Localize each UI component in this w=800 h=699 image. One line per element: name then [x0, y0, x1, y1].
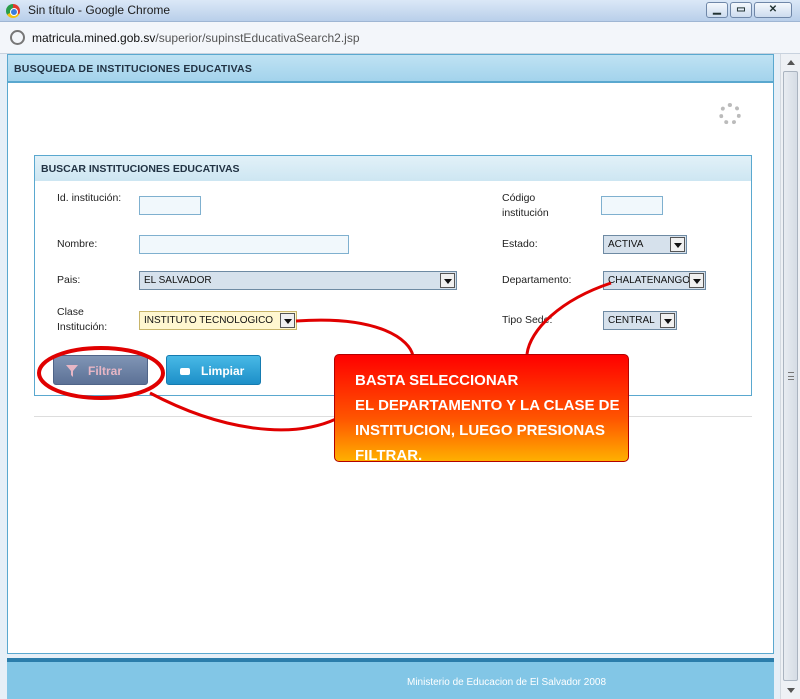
codigo-institucion-label: Código institución	[502, 192, 549, 219]
pais-label: Pais:	[57, 274, 81, 286]
limpiar-button[interactable]: Limpiar	[166, 355, 261, 385]
panel-title: BUSQUEDA DE INSTITUCIONES EDUCATIVAS	[8, 55, 773, 83]
tipo-sede-value: CENTRAL	[608, 315, 655, 326]
window-controls: ▁ ▭ ✕	[706, 2, 792, 18]
chevron-down-icon	[280, 313, 295, 328]
id-institucion-label: Id. institución:	[57, 192, 122, 204]
minimize-button[interactable]: ▁	[706, 2, 728, 18]
page-footer: Ministerio de Educacion de El Salvador 2…	[7, 658, 774, 699]
nombre-label: Nombre:	[57, 238, 98, 250]
nombre-input[interactable]	[139, 235, 349, 254]
id-institucion-input[interactable]	[139, 196, 201, 215]
pais-value: EL SALVADOR	[144, 275, 212, 286]
footer-text: Ministerio de Educacion de El Salvador 2…	[407, 677, 607, 688]
pais-select[interactable]: EL SALVADOR	[139, 271, 457, 290]
chevron-down-icon	[670, 237, 685, 252]
page-icon	[10, 30, 25, 45]
departamento-value: CHALATENANGO	[608, 275, 691, 286]
scroll-thumb[interactable]	[783, 71, 798, 681]
filtrar-label: Filtrar	[88, 364, 123, 378]
chevron-down-icon	[440, 273, 455, 288]
search-form-title: BUSCAR INSTITUCIONES EDUCATIVAS	[35, 156, 751, 181]
url-text[interactable]: matricula.mined.gob.sv/superior/supinstE…	[32, 31, 360, 45]
instruction-callout: BASTA SELECCIONAR EL DEPARTAMENTO Y LA C…	[334, 354, 629, 464]
maximize-button[interactable]: ▭	[730, 2, 752, 18]
url-path: /superior/supinstEducativaSearch2.jsp	[155, 31, 360, 45]
callout-text: BASTA SELECCIONAR EL DEPARTAMENTO Y LA C…	[355, 372, 620, 464]
departamento-select[interactable]: CHALATENANGO	[603, 271, 706, 290]
estado-label: Estado:	[502, 238, 538, 250]
codigo-institucion-input[interactable]	[601, 196, 663, 215]
address-bar[interactable]: matricula.mined.gob.sv/superior/supinstE…	[0, 22, 800, 54]
tipo-sede-select[interactable]: CENTRAL	[603, 311, 677, 330]
clase-institucion-select[interactable]: INSTITUTO TECNOLOGICO	[139, 311, 297, 330]
chrome-icon	[6, 4, 20, 18]
chevron-down-icon	[689, 273, 704, 288]
filtrar-button[interactable]: Filtrar	[53, 355, 148, 385]
limpiar-label: Limpiar	[201, 364, 245, 378]
estado-select[interactable]: ACTIVA	[603, 235, 687, 254]
url-domain: matricula.mined.gob.sv	[32, 31, 156, 45]
window-title: Sin título - Google Chrome	[28, 3, 171, 17]
estado-value: ACTIVA	[608, 239, 644, 250]
vertical-scrollbar[interactable]	[780, 54, 800, 699]
close-button[interactable]: ✕	[754, 2, 792, 18]
departamento-label: Departamento:	[502, 274, 572, 286]
scroll-down-icon[interactable]	[781, 682, 800, 699]
clase-institucion-label: Clase Institución:	[57, 306, 108, 333]
eraser-icon	[180, 368, 190, 375]
chevron-down-icon	[660, 313, 675, 328]
scroll-up-icon[interactable]	[781, 54, 800, 71]
tipo-sede-label: Tipo Sede:	[502, 314, 553, 326]
title-bar: Sin título - Google Chrome ▁ ▭ ✕	[0, 0, 800, 22]
loading-spinner-icon	[719, 103, 741, 125]
grip-icon	[788, 372, 794, 380]
filter-icon	[66, 365, 78, 377]
clase-institucion-value: INSTITUTO TECNOLOGICO	[144, 315, 274, 326]
